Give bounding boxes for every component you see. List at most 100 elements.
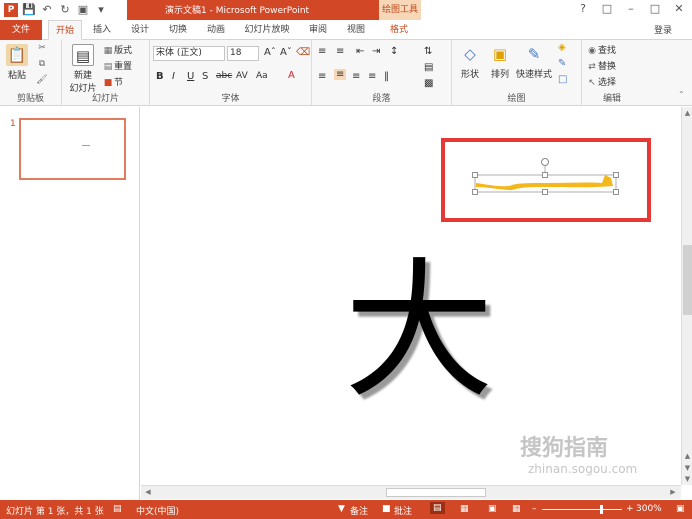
shadow-button[interactable]: S xyxy=(202,71,208,82)
scroll-down-icon[interactable]: ▼ xyxy=(683,474,692,484)
layout-button[interactable]: ▦ 版式 xyxy=(102,43,132,56)
decrease-indent-icon[interactable]: ⇤ xyxy=(356,46,364,57)
zoom-slider-knob[interactable] xyxy=(600,505,603,514)
text-direction-icon[interactable]: ⇅ xyxy=(424,46,432,57)
tab-file[interactable]: 文件 xyxy=(0,20,42,40)
quick-styles-button[interactable]: ✎ 快速样式 xyxy=(516,43,552,80)
font-size-combo[interactable]: 18 xyxy=(227,46,259,61)
font-name-combo[interactable]: 宋体 (正文) xyxy=(153,46,225,61)
redo-icon[interactable]: ↻ xyxy=(58,3,72,17)
underline-button[interactable]: U xyxy=(187,71,194,82)
selected-stroke-shape[interactable] xyxy=(470,155,622,197)
replace-button[interactable]: ⇄ 替换 xyxy=(586,59,616,72)
bullets-icon[interactable]: ≡ xyxy=(318,46,326,57)
italic-button[interactable]: I xyxy=(172,71,175,82)
section-button[interactable]: ■ 节 xyxy=(102,75,123,88)
cut-button[interactable]: ✂ xyxy=(36,43,48,53)
tab-insert[interactable]: 插入 xyxy=(86,20,118,40)
align-center-icon[interactable]: ≡ xyxy=(334,69,347,80)
resize-handle-bottom[interactable] xyxy=(542,189,548,195)
ribbon-display-icon[interactable]: □ xyxy=(598,1,616,17)
copy-button[interactable]: ⧉ xyxy=(36,59,48,69)
clear-format-icon[interactable]: ⌫ xyxy=(296,47,310,58)
select-button[interactable]: ↖ 选择 xyxy=(586,75,616,88)
numbering-icon[interactable]: ≡ xyxy=(336,46,344,57)
tab-home[interactable]: 开始 xyxy=(48,20,82,40)
align-text-icon[interactable]: ▤ xyxy=(424,62,433,73)
customize-qat-icon[interactable]: ▾ xyxy=(94,3,108,17)
tab-transitions[interactable]: 切换 xyxy=(162,20,194,40)
notes-button[interactable]: 备注 xyxy=(350,504,368,517)
scroll-left-icon[interactable]: ◀ xyxy=(143,487,153,498)
maximize-icon[interactable]: □ xyxy=(646,1,664,17)
minimize-icon[interactable]: – xyxy=(622,1,640,17)
horizontal-scrollbar[interactable]: ◀ ▶ xyxy=(141,485,681,499)
zoom-slider-track[interactable] xyxy=(542,509,622,510)
reset-button[interactable]: ▤ 重置 xyxy=(102,59,132,72)
zoom-level[interactable]: 300% xyxy=(636,504,662,514)
shape-effects-icon[interactable]: □ xyxy=(558,74,567,85)
increase-indent-icon[interactable]: ⇥ xyxy=(372,46,380,57)
slideshow-view-icon[interactable]: ▦ xyxy=(512,504,521,514)
slide-thumbnail[interactable] xyxy=(19,118,126,180)
resize-handle-top-right[interactable] xyxy=(613,172,619,178)
close-icon[interactable]: ✕ xyxy=(670,1,688,17)
tab-view[interactable]: 视图 xyxy=(340,20,372,40)
shapes-button[interactable]: ◇ 形状 xyxy=(456,43,484,80)
vertical-scrollbar[interactable]: ▲ ▲ ▼ ▼ xyxy=(681,107,692,485)
justify-icon[interactable]: ≡ xyxy=(368,71,376,82)
change-case-button[interactable]: Aa xyxy=(256,71,268,81)
grow-font-icon[interactable]: Aˆ xyxy=(264,47,276,58)
find-button[interactable]: ◉ 查找 xyxy=(586,43,616,56)
previous-slide-icon[interactable]: ▲ xyxy=(683,451,692,461)
align-left-icon[interactable]: ≡ xyxy=(318,71,326,82)
resize-handle-top[interactable] xyxy=(542,172,548,178)
zoom-out-icon[interactable]: – xyxy=(532,504,537,514)
vertical-scroll-thumb[interactable] xyxy=(683,245,692,315)
paste-button[interactable]: 📋 粘贴 xyxy=(4,44,30,81)
start-from-beginning-icon[interactable]: ▣ xyxy=(76,3,90,17)
font-color-icon[interactable]: A xyxy=(288,70,295,81)
scroll-up-icon[interactable]: ▲ xyxy=(683,108,692,118)
bold-button[interactable]: B xyxy=(156,71,164,82)
tab-animations[interactable]: 动画 xyxy=(200,20,232,40)
resize-handle-top-left[interactable] xyxy=(472,172,478,178)
scroll-right-icon[interactable]: ▶ xyxy=(668,487,678,498)
resize-handle-bottom-right[interactable] xyxy=(613,189,619,195)
character-spacing-button[interactable]: AV xyxy=(236,71,248,81)
line-spacing-icon[interactable]: ↕ xyxy=(390,46,398,57)
spell-check-icon[interactable]: ▤ xyxy=(113,504,122,514)
columns-icon[interactable]: ‖ xyxy=(384,71,389,82)
language-status[interactable]: 中文(中国) xyxy=(136,504,179,517)
collapse-ribbon-icon[interactable]: ⌃ xyxy=(678,90,685,99)
shrink-font-icon[interactable]: Aˇ xyxy=(280,47,292,58)
undo-icon[interactable]: ↶ xyxy=(40,3,54,17)
notes-icon[interactable]: ▼ xyxy=(338,504,345,514)
tab-design[interactable]: 设计 xyxy=(124,20,156,40)
arrange-button[interactable]: ▣ 排列 xyxy=(486,43,514,80)
tab-format[interactable]: 格式 xyxy=(381,20,417,40)
shape-outline-icon[interactable]: ✎ xyxy=(558,58,566,69)
big-character-text[interactable]: 大 xyxy=(334,247,504,417)
rotation-handle-icon[interactable] xyxy=(541,158,549,166)
login-link[interactable]: 登录 xyxy=(654,23,672,36)
new-slide-button[interactable]: ▤ 新建 幻灯片 xyxy=(66,44,100,94)
slide-sorter-icon[interactable]: ▦ xyxy=(460,504,469,514)
save-icon[interactable]: 💾 xyxy=(22,3,36,17)
align-right-icon[interactable]: ≡ xyxy=(352,71,360,82)
fit-slide-icon[interactable]: ▣ xyxy=(676,504,685,514)
resize-handle-bottom-left[interactable] xyxy=(472,189,478,195)
smartart-icon[interactable]: ▩ xyxy=(424,78,433,89)
shape-fill-icon[interactable]: ◈ xyxy=(558,42,566,53)
reading-view-icon[interactable]: ▣ xyxy=(488,504,497,514)
normal-view-icon[interactable]: ▤ xyxy=(430,502,445,514)
tab-review[interactable]: 审阅 xyxy=(302,20,334,40)
next-slide-icon[interactable]: ▼ xyxy=(683,463,692,473)
tab-slideshow[interactable]: 幻灯片放映 xyxy=(240,20,294,40)
comments-icon[interactable]: ■ xyxy=(382,504,391,514)
zoom-in-icon[interactable]: + xyxy=(626,504,634,514)
format-painter-button[interactable]: 🖌 xyxy=(36,75,48,85)
comments-button[interactable]: 批注 xyxy=(394,504,412,517)
strikethrough-button[interactable]: abc xyxy=(216,71,232,81)
horizontal-scroll-thumb[interactable] xyxy=(386,488,486,497)
